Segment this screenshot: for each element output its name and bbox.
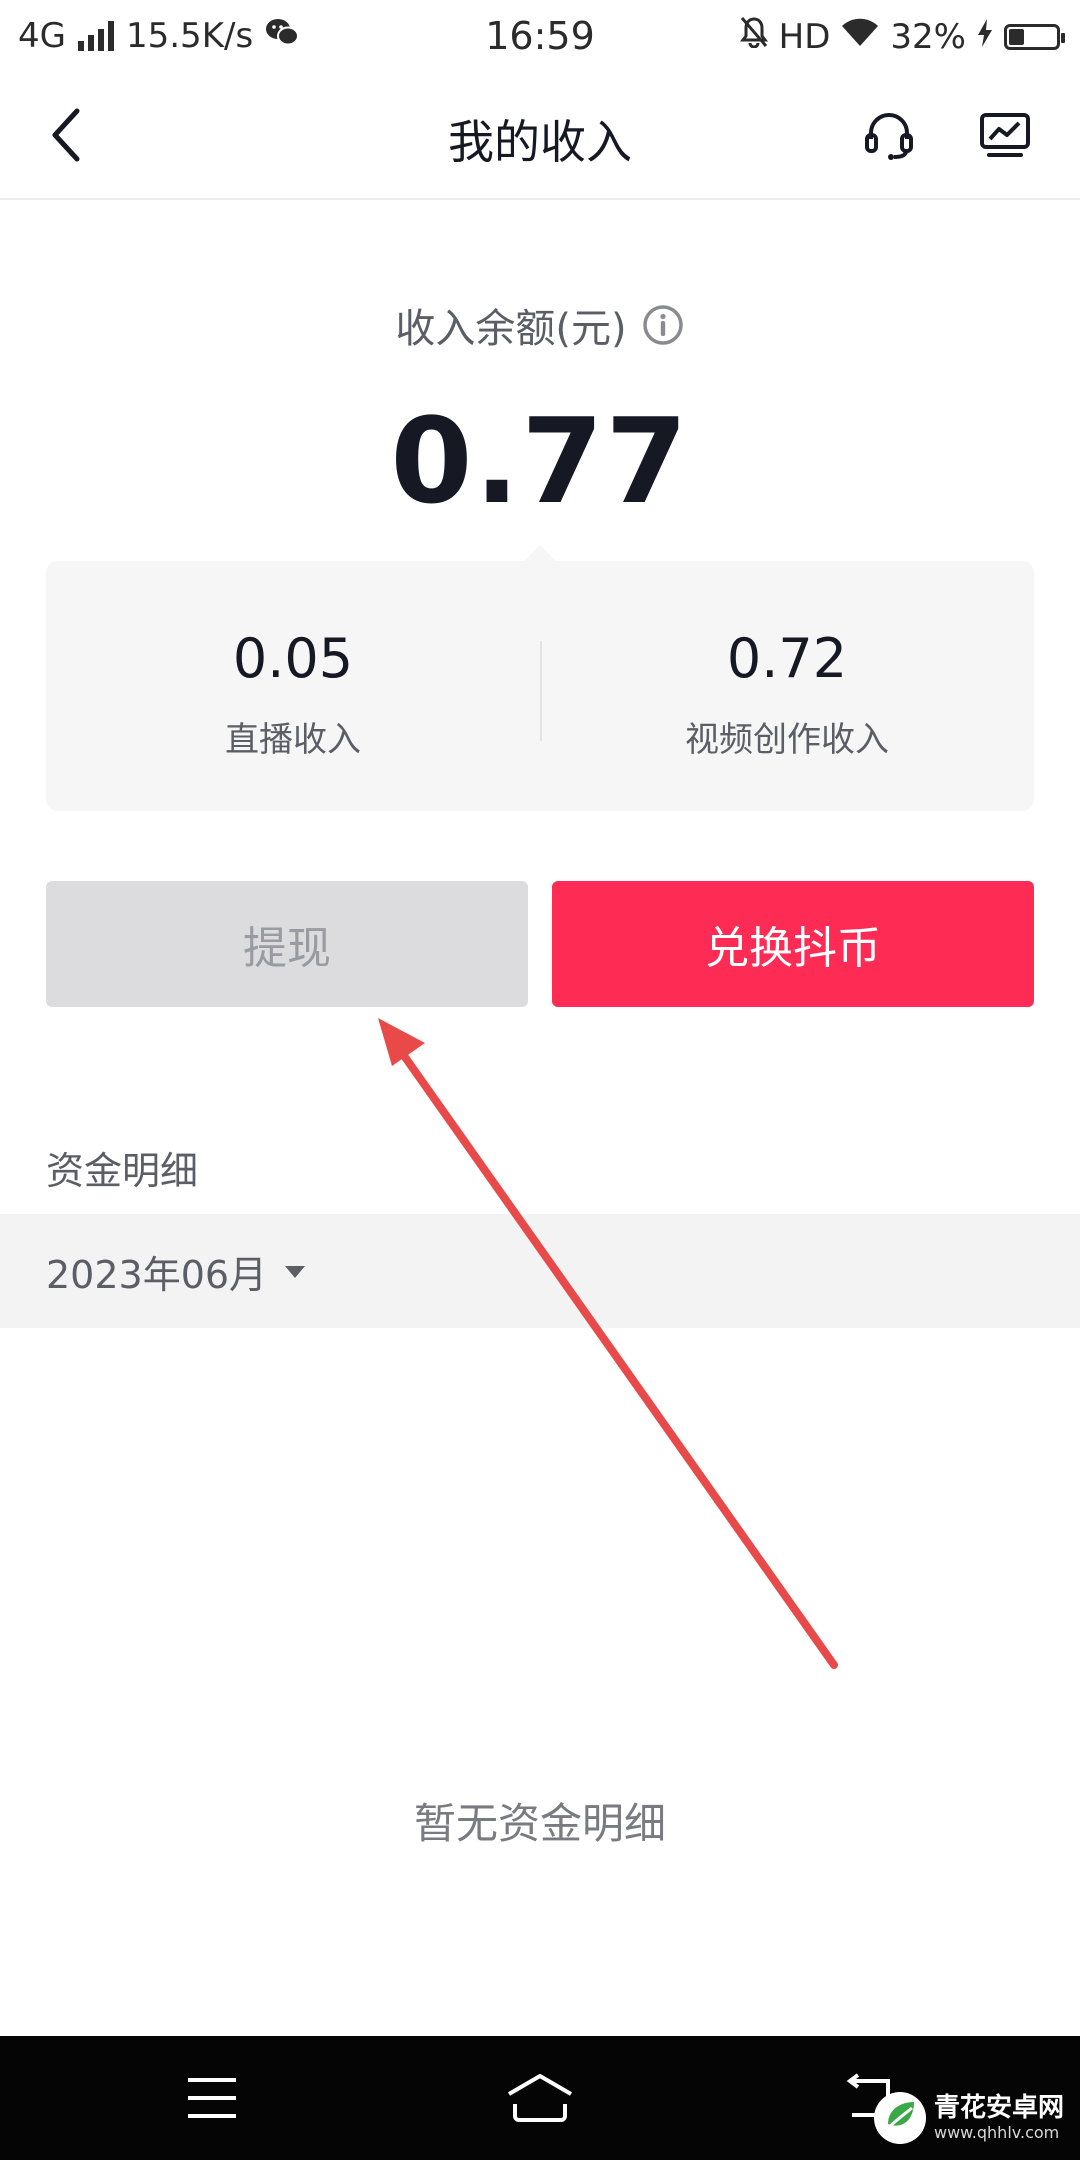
video-income-label: 视频创作收入 bbox=[685, 720, 889, 760]
chevron-left-icon bbox=[52, 108, 80, 162]
exchange-coins-button[interactable]: 兑换抖币 bbox=[552, 881, 1034, 1007]
month-filter-bar: 2023年06月 bbox=[0, 1214, 1080, 1328]
funds-detail-title: 资金明细 bbox=[46, 1149, 199, 1193]
caret-down-icon bbox=[285, 1265, 306, 1278]
back-button[interactable] bbox=[34, 102, 100, 168]
wifi-icon bbox=[840, 17, 880, 57]
info-icon[interactable] bbox=[641, 303, 685, 347]
watermark-title: 青花安卓网 bbox=[934, 2093, 1065, 2123]
menu-icon bbox=[188, 2078, 236, 2118]
home-icon bbox=[507, 2074, 573, 2122]
status-bar: 4G 15.5K/s 16:59 HD 32% bbox=[0, 0, 1080, 72]
app-header: 我的收入 bbox=[0, 72, 1080, 200]
mute-bell-icon bbox=[739, 16, 769, 57]
balance-label-row: 收入余额(元) bbox=[0, 296, 1080, 354]
empty-state-text: 暂无资金明细 bbox=[413, 1799, 666, 1848]
income-breakdown-card: 0.05 直播收入 0.72 视频创作收入 bbox=[46, 561, 1034, 811]
watermark: 青花安卓网 www.qhhlv.com bbox=[872, 2080, 1076, 2156]
live-income-label: 直播收入 bbox=[225, 720, 361, 760]
video-income[interactable]: 0.72 视频创作收入 bbox=[540, 627, 1034, 761]
hd-label: HD bbox=[778, 16, 831, 57]
leaf-logo-icon bbox=[874, 2092, 926, 2144]
balance-label: 收入余额(元) bbox=[395, 306, 627, 352]
withdraw-button[interactable]: 提现 bbox=[46, 881, 528, 1007]
watermark-url: www.qhhlv.com bbox=[934, 2123, 1060, 2142]
headset-icon bbox=[865, 113, 913, 160]
status-right: HD 32% bbox=[739, 16, 1065, 57]
nav-menu-button[interactable] bbox=[172, 2066, 252, 2130]
battery-icon bbox=[1004, 23, 1065, 50]
customer-service-button[interactable] bbox=[856, 102, 922, 168]
charging-icon bbox=[976, 17, 994, 57]
statistics-button[interactable] bbox=[972, 102, 1038, 168]
live-income[interactable]: 0.05 直播收入 bbox=[46, 627, 540, 761]
month-value: 2023年06月 bbox=[46, 1253, 268, 1297]
chart-monitor-icon bbox=[980, 113, 1030, 157]
nav-home-button[interactable] bbox=[500, 2066, 580, 2130]
balance-amount: 0.77 bbox=[390, 392, 690, 530]
video-income-value: 0.72 bbox=[726, 627, 848, 690]
month-selector[interactable]: 2023年06月 bbox=[46, 1244, 306, 1299]
battery-percent: 32% bbox=[890, 16, 966, 57]
live-income-value: 0.05 bbox=[232, 627, 354, 690]
